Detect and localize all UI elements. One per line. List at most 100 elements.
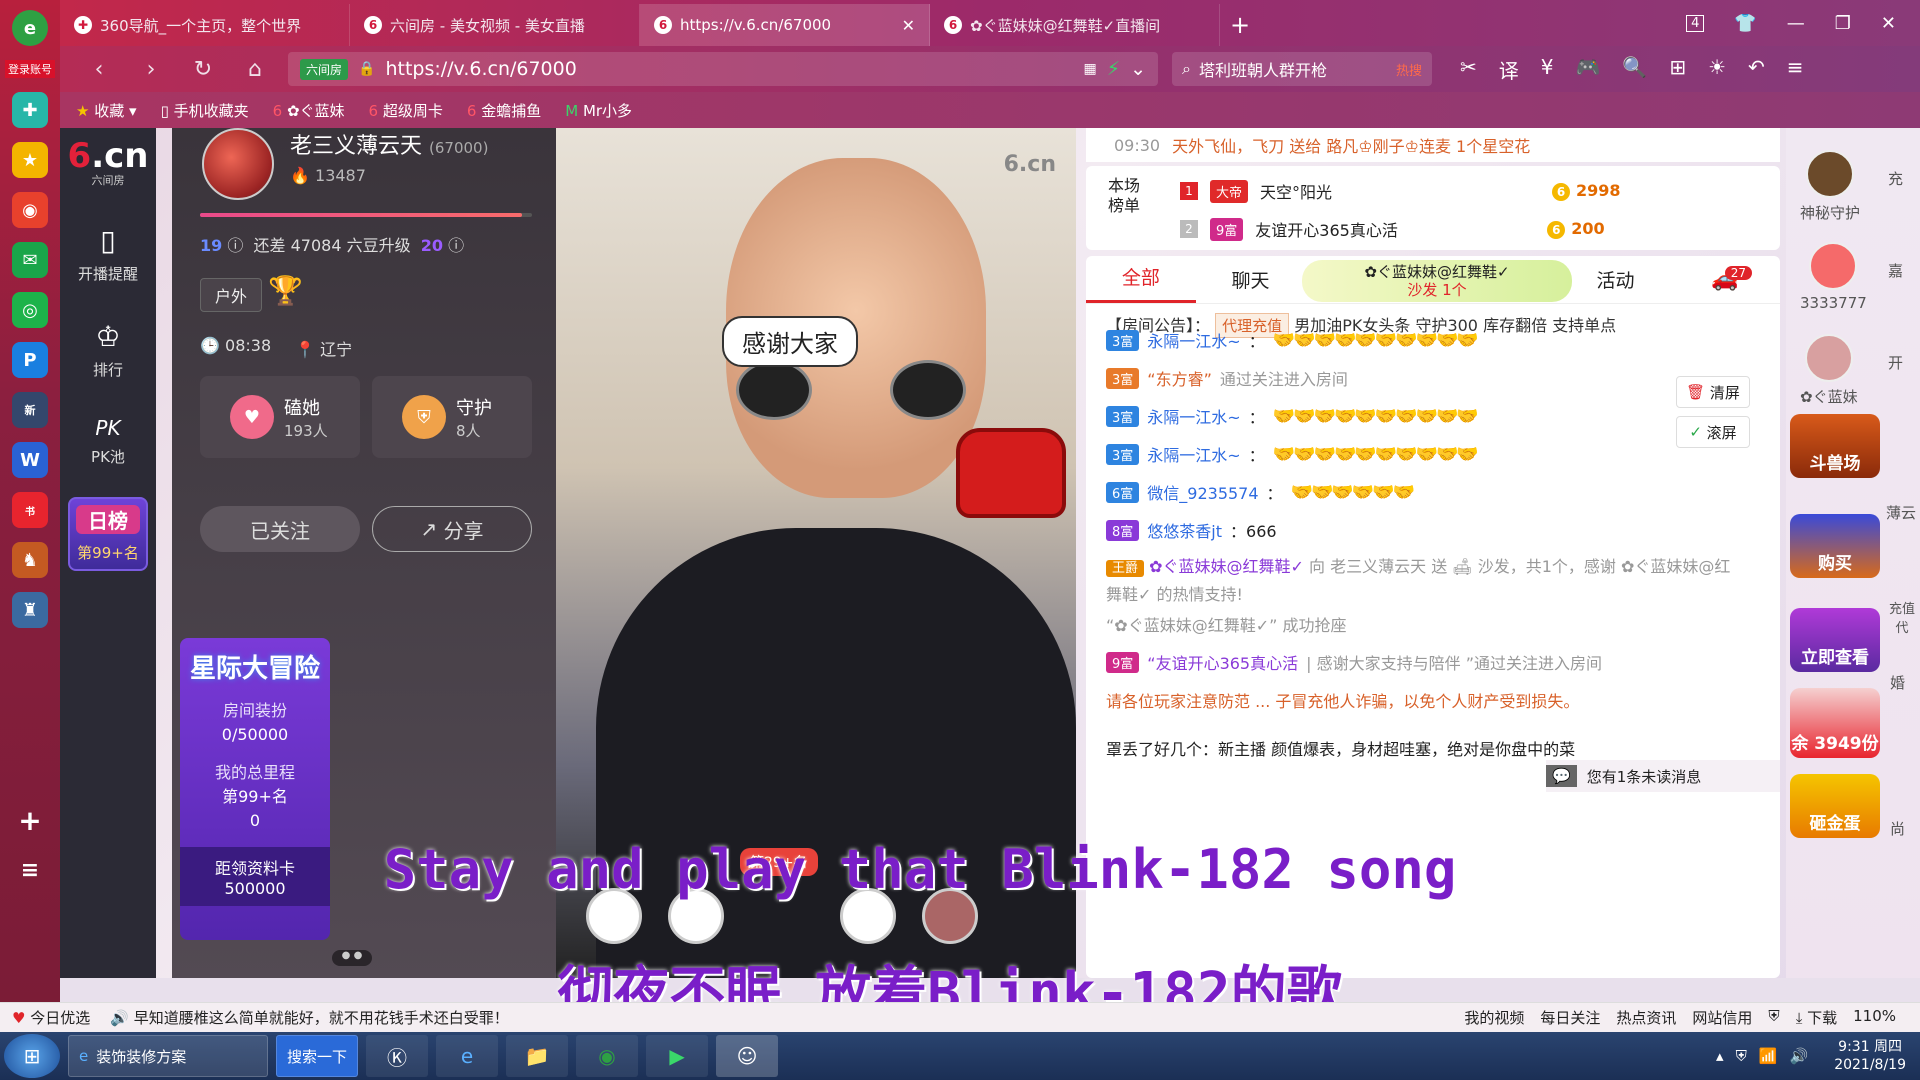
tab-6cn-room[interactable]: 6 https://v.6.cn/67000 ✕ <box>640 4 930 46</box>
360-browser-icon[interactable]: ◉ <box>576 1035 639 1077</box>
address-bar[interactable]: 六间房 🔒 https://v.6.cn/67000 ▦ ⚡ ⌄ <box>288 52 1158 86</box>
tab-6cn-home[interactable]: 6 六间房 - 美女视频 - 美女直播 <box>350 4 640 46</box>
shirt-icon[interactable]: 👕 <box>1734 13 1756 34</box>
weibo-icon[interactable]: ◉ <box>12 192 48 228</box>
guard-card[interactable]: ⛨ 守护 8人 <box>372 376 532 458</box>
ranking-row[interactable]: 1大帝天空°阳光2998 <box>1180 176 1621 206</box>
clear-screen-button[interactable]: 🗑 清屏 <box>1676 376 1750 408</box>
hot-news-link[interactable]: 热点资讯 <box>1616 1007 1676 1028</box>
game2-app-icon[interactable]: ♜ <box>12 592 48 628</box>
shield-icon[interactable]: ⛨ <box>1768 1007 1779 1028</box>
unread-message-bar[interactable]: 💬 您有1条未读消息 <box>1546 760 1780 792</box>
tray-shield-icon[interactable]: ⛨ <box>1736 1047 1747 1065</box>
menu-icon[interactable]: ≡ <box>1787 55 1804 84</box>
follow-button[interactable]: 已关注 <box>200 506 360 552</box>
tab-chat[interactable]: 聊天 <box>1196 266 1306 293</box>
zoom-level[interactable]: 110% <box>1853 1007 1896 1028</box>
360-logo-icon[interactable]: e <box>12 10 48 46</box>
bookmark-mrxiaoduo[interactable]: M Mr小多 <box>565 100 632 121</box>
undo-icon[interactable]: ↶ <box>1748 55 1765 84</box>
tab-all[interactable]: 全部 <box>1086 256 1196 303</box>
chat-app-icon[interactable]: ☺ <box>716 1035 779 1077</box>
bookmark-favorites[interactable]: ★ 收藏 ▾ <box>76 100 137 121</box>
login-button[interactable]: 登录账号 <box>5 60 55 78</box>
nav-live-reminder[interactable]: ▯ 开播提醒 <box>78 224 138 284</box>
bolt-icon[interactable]: ⚡ <box>1107 58 1120 80</box>
game-app-icon[interactable]: ♞ <box>12 542 48 578</box>
wallet-icon[interactable]: ¥ <box>1541 55 1554 84</box>
my-video-link[interactable]: 我的视频 <box>1464 1007 1524 1028</box>
start-button[interactable]: ⊞ <box>4 1034 60 1078</box>
mail-icon[interactable]: ✉ <box>12 242 48 278</box>
ranking-row[interactable]: 29富友谊开心365真心活200 <box>1180 214 1605 244</box>
smash-egg-promo[interactable]: 砸金蛋 <box>1790 774 1880 838</box>
minimize-icon[interactable]: — <box>1787 13 1805 34</box>
folder-icon[interactable]: 📁 <box>506 1035 569 1077</box>
tray-volume-icon[interactable]: 🔊 <box>1790 1047 1809 1065</box>
taskbar-clock[interactable]: 9:31 周四 2021/8/19 <box>1834 1038 1920 1074</box>
daily-rank-card[interactable]: 日榜 第99+名 <box>68 497 148 571</box>
gamepad-icon[interactable]: 🎮 <box>1576 55 1601 84</box>
nav-ranking[interactable]: ♔ 排行 <box>93 320 123 380</box>
nav-pk[interactable]: PK PK池 <box>91 416 125 467</box>
qr-icon[interactable]: ▦ <box>1084 61 1097 77</box>
search-button[interactable]: 搜索一下 <box>276 1035 359 1077</box>
tab-activity[interactable]: 活动 <box>1561 266 1671 293</box>
news-app-icon[interactable]: 新 <box>12 392 48 428</box>
site-credit-link[interactable]: 网站信用 <box>1692 1007 1752 1028</box>
tab-count-badge[interactable]: 4 <box>1686 14 1705 32</box>
tab-360[interactable]: ✚ 360导航_一个主页，整个世界 <box>60 4 350 46</box>
bookmark-weekcard[interactable]: 6 超级周卡 <box>369 100 443 121</box>
restore-icon[interactable]: ❐ <box>1835 13 1851 34</box>
add-app-icon[interactable]: + <box>12 802 48 838</box>
avatar[interactable] <box>202 128 274 200</box>
mystery-guard[interactable]: 神秘守护 <box>1800 150 1860 223</box>
p-app-icon[interactable]: P <box>12 342 48 378</box>
guard-user[interactable]: 3333777 <box>1800 242 1867 312</box>
bookmark-fishing[interactable]: 6 金蟾捕鱼 <box>467 100 541 121</box>
bookmark-mobile[interactable]: ▯ 手机收藏夹 <box>161 100 249 121</box>
share-button[interactable]: ↗ 分享 <box>372 506 532 552</box>
player-icon[interactable]: ▶ <box>646 1035 709 1077</box>
guard-user[interactable]: ✿ぐ蓝妹 <box>1800 334 1858 407</box>
magnifier-icon[interactable]: 🔍 <box>1622 55 1647 84</box>
tray-up-icon[interactable]: ▴ <box>1716 1047 1724 1065</box>
star-app-icon[interactable]: ★ <box>12 142 48 178</box>
doc-app-icon[interactable]: W <box>12 442 48 478</box>
stock-promo[interactable]: 余 3949份 <box>1790 688 1880 758</box>
translate-icon[interactable]: 译 <box>1499 55 1519 84</box>
chat-app-icon[interactable]: ◎ <box>12 292 48 328</box>
new-tab-icon[interactable]: + <box>1220 4 1260 46</box>
ie-app-icon[interactable]: e <box>436 1035 499 1077</box>
daily-follow-link[interactable]: 每日关注 <box>1540 1007 1600 1028</box>
category-tag[interactable]: 户外 <box>200 278 263 312</box>
xiaohongshu-icon[interactable]: 书 <box>12 492 48 528</box>
scroll-screen-button[interactable]: ✓ 滚屏 <box>1676 416 1750 448</box>
grid-icon[interactable]: ⊞ <box>1669 55 1686 84</box>
fans-group-card[interactable]: ♥ 磕她 193人 <box>200 376 360 458</box>
plus-app-icon[interactable]: ✚ <box>12 92 48 128</box>
search-input[interactable]: 塔利班朝人群开枪 <box>1199 57 1327 81</box>
buy-promo[interactable]: 购买 <box>1790 514 1880 578</box>
sofa-seat[interactable]: ✿ぐ蓝妹妹@红舞鞋✓ 沙发 1个 <box>1302 260 1572 302</box>
arena-promo[interactable]: 斗兽场 <box>1790 414 1880 478</box>
search-box[interactable]: ⌕ 塔利班朝人群开枪 热搜 <box>1172 52 1432 86</box>
view-now-promo[interactable]: 立即查看 <box>1790 608 1880 672</box>
tray-network-icon[interactable]: 📶 <box>1759 1047 1778 1065</box>
forward-icon[interactable]: › <box>132 57 170 82</box>
scissors-icon[interactable]: ✂ <box>1460 55 1477 84</box>
site-logo[interactable]: 6.cn <box>68 136 149 176</box>
close-tab-icon[interactable]: ✕ <box>902 16 915 35</box>
refresh-icon[interactable]: ↻ <box>184 57 222 82</box>
bookmark-lanmei[interactable]: 6 ✿ぐ蓝妹 <box>273 100 345 121</box>
ad-text[interactable]: 🔊 早知道腰椎这么简单就能好，就不用花钱手术还白受罪！ <box>110 1007 508 1028</box>
brightness-icon[interactable]: ☀ <box>1708 55 1726 84</box>
k-app-icon[interactable]: Ⓚ <box>366 1035 429 1077</box>
today-picks[interactable]: ♥ 今日优选 <box>12 1007 90 1028</box>
ie-taskbar-item[interactable]: e 装饰装修方案 <box>68 1035 268 1077</box>
back-icon[interactable]: ‹ <box>80 57 118 82</box>
home-icon[interactable]: ⌂ <box>236 57 274 82</box>
close-window-icon[interactable]: ✕ <box>1881 13 1896 34</box>
download-link[interactable]: ⤓ 下载 <box>1796 1007 1837 1028</box>
tab-lanmeimei[interactable]: 6 ✿ぐ蓝妹妹@红舞鞋✓直播间 <box>930 4 1220 46</box>
